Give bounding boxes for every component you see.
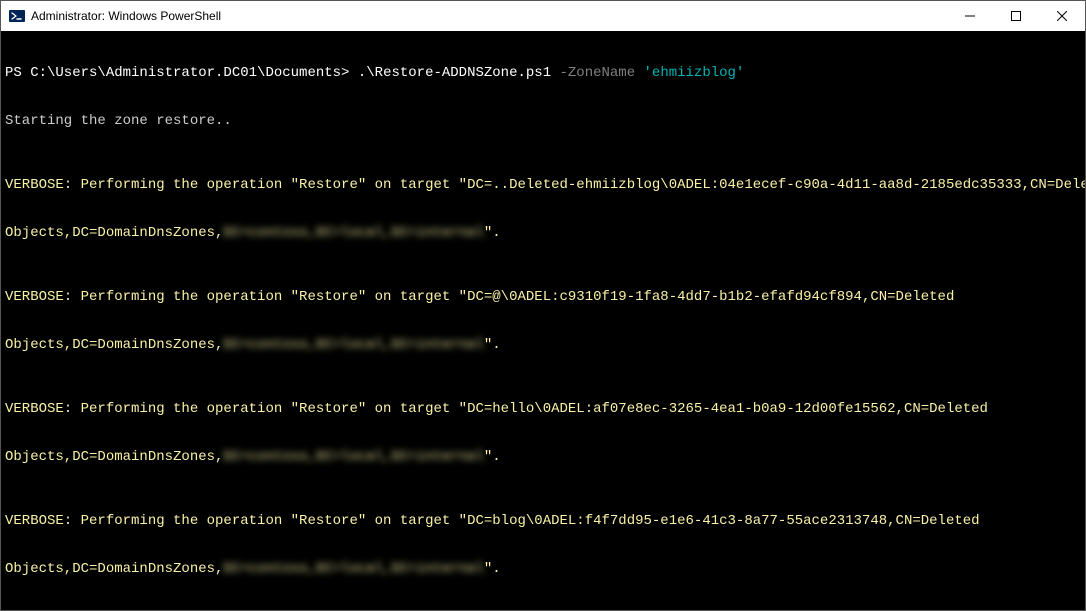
redacted-text: DC=contoso,DC=local,DC=internal bbox=[223, 449, 483, 465]
verbose-line: Objects,DC=DomainDnsZones, bbox=[5, 561, 223, 577]
powershell-icon bbox=[9, 8, 25, 24]
verbose-line: VERBOSE: Performing the operation "Resto… bbox=[5, 289, 1081, 305]
verbose-line: Objects,DC=DomainDnsZones, bbox=[5, 449, 223, 465]
window-title: Administrator: Windows PowerShell bbox=[31, 9, 221, 23]
prompt: PS C:\Users\Administrator.DC01\Documents… bbox=[5, 65, 358, 81]
verbose-line: Objects,DC=DomainDnsZones, bbox=[5, 337, 223, 353]
verbose-line: ". bbox=[484, 337, 501, 353]
maximize-button[interactable] bbox=[993, 1, 1039, 31]
powershell-window: Administrator: Windows PowerShell PS C:\… bbox=[0, 0, 1086, 611]
maximize-icon bbox=[1011, 11, 1021, 21]
verbose-line: ". bbox=[484, 449, 501, 465]
redacted-text: DC=contoso,DC=local,DC=internal bbox=[223, 561, 483, 577]
titlebar[interactable]: Administrator: Windows PowerShell bbox=[1, 1, 1085, 31]
output-line: Starting the zone restore.. bbox=[5, 113, 1081, 129]
verbose-line: VERBOSE: Performing the operation "Resto… bbox=[5, 177, 1081, 193]
verbose-line: ". bbox=[484, 225, 501, 241]
verbose-line: ". bbox=[484, 561, 501, 577]
minimize-button[interactable] bbox=[947, 1, 993, 31]
close-icon bbox=[1057, 11, 1067, 21]
terminal-area[interactable]: PS C:\Users\Administrator.DC01\Documents… bbox=[1, 31, 1085, 610]
param-arg: 'ehmiizblog' bbox=[644, 65, 745, 81]
command-text: .\Restore-ADDNSZone.ps1 bbox=[358, 65, 560, 81]
redacted-text: DC=contoso,DC=local,DC=internal bbox=[223, 225, 483, 241]
minimize-icon bbox=[965, 11, 975, 21]
param-name: -ZoneName bbox=[560, 65, 644, 81]
verbose-line: Objects,DC=DomainDnsZones, bbox=[5, 225, 223, 241]
redacted-text: DC=contoso,DC=local,DC=internal bbox=[223, 337, 483, 353]
verbose-line: VERBOSE: Performing the operation "Resto… bbox=[5, 401, 1081, 417]
verbose-line: VERBOSE: Performing the operation "Resto… bbox=[5, 513, 1081, 529]
close-button[interactable] bbox=[1039, 1, 1085, 31]
